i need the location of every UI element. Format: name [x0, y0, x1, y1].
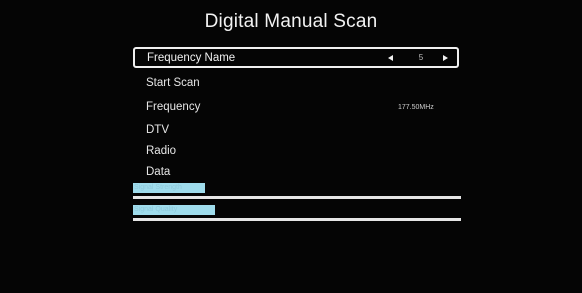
data-item: Data	[146, 166, 171, 178]
tv-screen: Digital Manual Scan Frequency Name 5 Sta…	[0, 0, 582, 293]
signal-strength-bar	[133, 196, 461, 199]
frequency-value: 177.50MHz	[398, 104, 434, 111]
frequency-name-value: 5	[418, 53, 424, 62]
arrow-right-icon[interactable]	[443, 55, 448, 61]
page-title: Digital Manual Scan	[204, 11, 378, 32]
signal-quality-label: Signal Quality	[133, 205, 215, 215]
arrow-left-icon[interactable]	[388, 55, 393, 61]
frequency-name-row[interactable]: Frequency Name 5	[133, 47, 459, 68]
signal-quality-bar	[133, 218, 461, 221]
start-scan-item[interactable]: Start Scan	[146, 77, 200, 89]
radio-item: Radio	[146, 145, 177, 157]
signal-strength-label: Signal Strength	[133, 183, 205, 193]
frequency-name-label: Frequency Name	[147, 52, 236, 64]
dtv-item: DTV	[146, 124, 169, 136]
frequency-item[interactable]: Frequency	[146, 101, 200, 113]
